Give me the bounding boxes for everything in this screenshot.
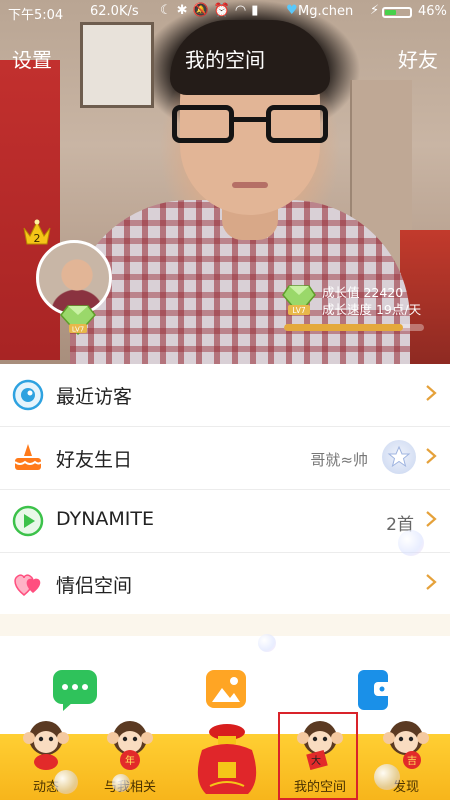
play-icon bbox=[12, 505, 44, 537]
chevron-right-icon bbox=[426, 385, 437, 401]
hearts-icon bbox=[14, 574, 41, 596]
tab-label: 我的空间 bbox=[293, 780, 346, 795]
growth-level-gem-icon: LV7 bbox=[282, 285, 316, 316]
page-title: 我的空间 bbox=[185, 48, 265, 72]
heart-icon: ♥ bbox=[286, 3, 298, 18]
growth-speed: 成长速度 19点/天 bbox=[322, 302, 422, 317]
chevron-right-icon bbox=[426, 448, 437, 464]
menu-couple-space[interactable]: 情侣空间 bbox=[0, 553, 450, 616]
status-user-name: Mg.chen bbox=[298, 4, 354, 19]
status-bar: 下午5:04 62.0K/s ☾✱🔕⏰◠▮ ♥ Mg.chen ⚡ 46% bbox=[0, 0, 450, 24]
charging-icon: ⚡ bbox=[370, 3, 380, 18]
monkey-big-icon: 大 bbox=[297, 721, 343, 770]
battery-icon bbox=[382, 7, 412, 18]
chevron-right-icon bbox=[426, 511, 437, 527]
menu-label: DYNAMITE bbox=[56, 508, 155, 530]
status-network-speed: 62.0K/s bbox=[90, 4, 139, 19]
photo-album-icon[interactable] bbox=[202, 668, 250, 712]
person-glasses bbox=[172, 105, 328, 145]
settings-button[interactable]: 设置 bbox=[12, 44, 52, 73]
menu-list: 最近访客 好友生日 哥就≈帅 DYNAMITE 2首 情侣空间 bbox=[0, 364, 450, 616]
decor-bubble bbox=[398, 530, 424, 556]
menu-value: 哥就≈帅 bbox=[310, 451, 368, 469]
chat-bubble-icon[interactable] bbox=[51, 668, 99, 712]
monkey-icon bbox=[23, 721, 69, 770]
lucky-bag-icon[interactable] bbox=[192, 720, 262, 800]
status-system-icons: ☾✱🔕⏰◠▮ bbox=[160, 3, 264, 18]
wallet-icon[interactable] bbox=[350, 668, 398, 712]
growth-value: 成长值 22420 bbox=[322, 285, 404, 300]
avatar-level-gem-icon: LV7 bbox=[60, 305, 96, 336]
bottom-tab-bar: 动态 年 与我相关 大 我的空间 吉 发现 bbox=[0, 712, 450, 800]
menu-music[interactable]: DYNAMITE 2首 bbox=[0, 490, 450, 553]
eye-icon bbox=[12, 379, 44, 411]
menu-label: 最近访客 bbox=[56, 386, 133, 408]
menu-recent-visitors[interactable]: 最近访客 bbox=[0, 364, 450, 427]
friends-button[interactable]: 好友 bbox=[398, 44, 438, 73]
tab-related-to-me[interactable]: 年 与我相关 bbox=[90, 721, 170, 800]
tab-label: 与我相关 bbox=[103, 780, 156, 795]
menu-label: 情侣空间 bbox=[56, 575, 133, 597]
monkey-year-icon: 年 bbox=[107, 721, 153, 770]
section-divider bbox=[0, 614, 450, 636]
quick-actions bbox=[0, 636, 450, 726]
status-time: 下午5:04 bbox=[8, 8, 64, 23]
decor-bubble bbox=[54, 770, 78, 794]
cake-icon bbox=[14, 444, 42, 470]
tab-badge-text: 大 bbox=[311, 754, 321, 767]
monkey-luck-icon: 吉 bbox=[383, 721, 429, 769]
person-mouth bbox=[232, 182, 268, 188]
tab-my-space[interactable]: 大 我的空间 bbox=[278, 712, 358, 800]
tab-badge-text: 吉 bbox=[407, 755, 417, 767]
growth-info[interactable]: LV7 成长值 22420 成长速度 19点/天 bbox=[282, 284, 450, 344]
star-badge-icon bbox=[382, 440, 416, 474]
tab-badge-text: 年 bbox=[125, 754, 135, 767]
growth-level-label: LV7 bbox=[292, 306, 305, 315]
menu-label: 好友生日 bbox=[56, 449, 133, 471]
decor-bubble bbox=[112, 774, 130, 792]
battery-percent: 46% bbox=[418, 4, 447, 19]
top-nav-bar: 我的空间 设置 好友 bbox=[0, 38, 450, 78]
growth-progress-bar bbox=[284, 324, 424, 331]
decor-bubble bbox=[258, 634, 276, 652]
chevron-right-icon bbox=[426, 574, 437, 590]
avatar-level-label: LV7 bbox=[72, 326, 84, 334]
decor-bubble bbox=[374, 764, 400, 790]
menu-friend-birthday[interactable]: 好友生日 哥就≈帅 bbox=[0, 427, 450, 490]
